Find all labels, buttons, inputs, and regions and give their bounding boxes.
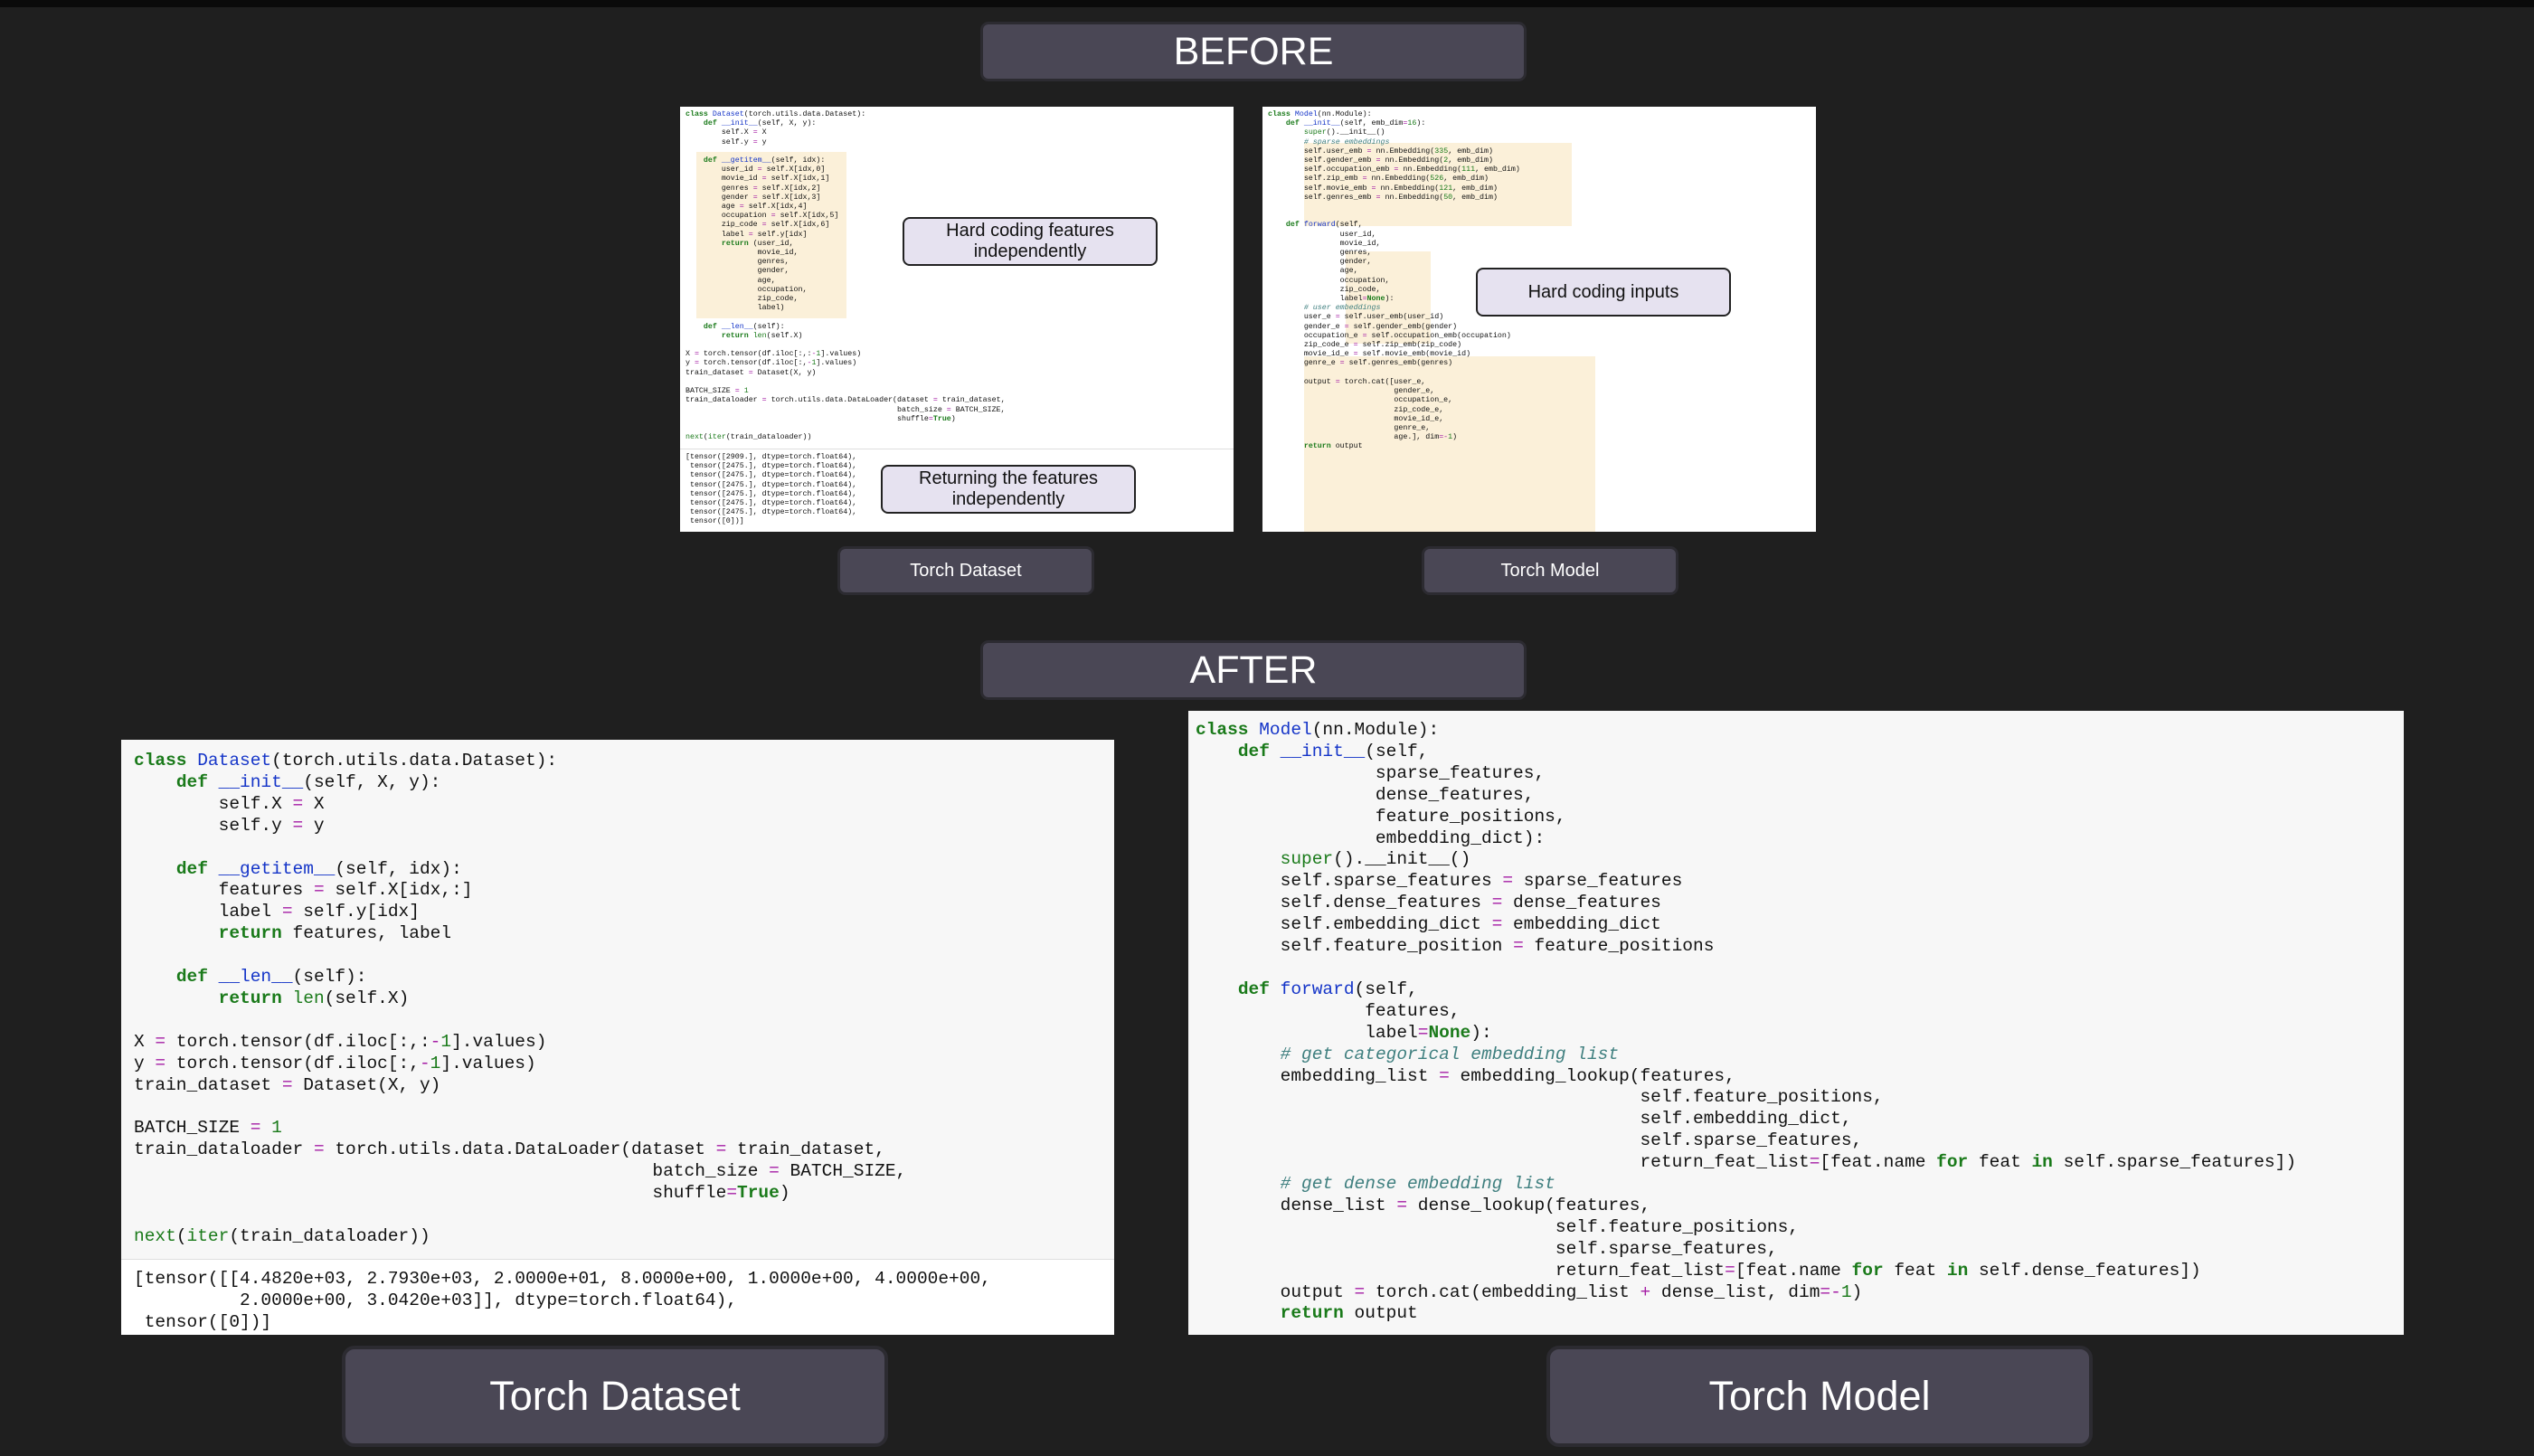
before-dataset-output-text: [tensor([2909.], dtype=torch.float64), t…	[686, 453, 857, 526]
before-model-caption: Torch Model	[1422, 546, 1678, 595]
after-model-code-card: class Model(nn.Module): def __init__(sel…	[1188, 711, 2404, 1335]
before-dataset-code: class Dataset(torch.utils.data.Dataset):…	[686, 110, 1006, 442]
after-dataset-caption: Torch Dataset	[342, 1346, 888, 1447]
after-title: AFTER	[980, 640, 1527, 700]
after-model-code: class Model(nn.Module): def __init__(sel…	[1196, 720, 2297, 1324]
before-title: BEFORE	[980, 22, 1527, 81]
before-dataset-caption: Torch Dataset	[837, 546, 1094, 595]
before-dataset-code-card: class Dataset(torch.utils.data.Dataset):…	[680, 107, 1234, 532]
after-model-caption: Torch Model	[1546, 1346, 2093, 1447]
after-dataset-output-text: [tensor([[4.4820e+03, 2.7930e+03, 2.0000…	[134, 1269, 991, 1332]
before-dataset-note-2: Returning the features independently	[881, 465, 1136, 514]
before-dataset-note-1: Hard coding features independently	[903, 217, 1158, 266]
before-model-note: Hard coding inputs	[1476, 268, 1731, 317]
after-dataset-output: [tensor([[4.4820e+03, 2.7930e+03, 2.0000…	[121, 1259, 1114, 1335]
after-dataset-code-card: class Dataset(torch.utils.data.Dataset):…	[121, 740, 1114, 1335]
top-bar	[0, 0, 2534, 7]
after-dataset-code: class Dataset(torch.utils.data.Dataset):…	[134, 751, 907, 1246]
before-model-code-card: class Model(nn.Module): def __init__(sel…	[1262, 107, 1816, 532]
